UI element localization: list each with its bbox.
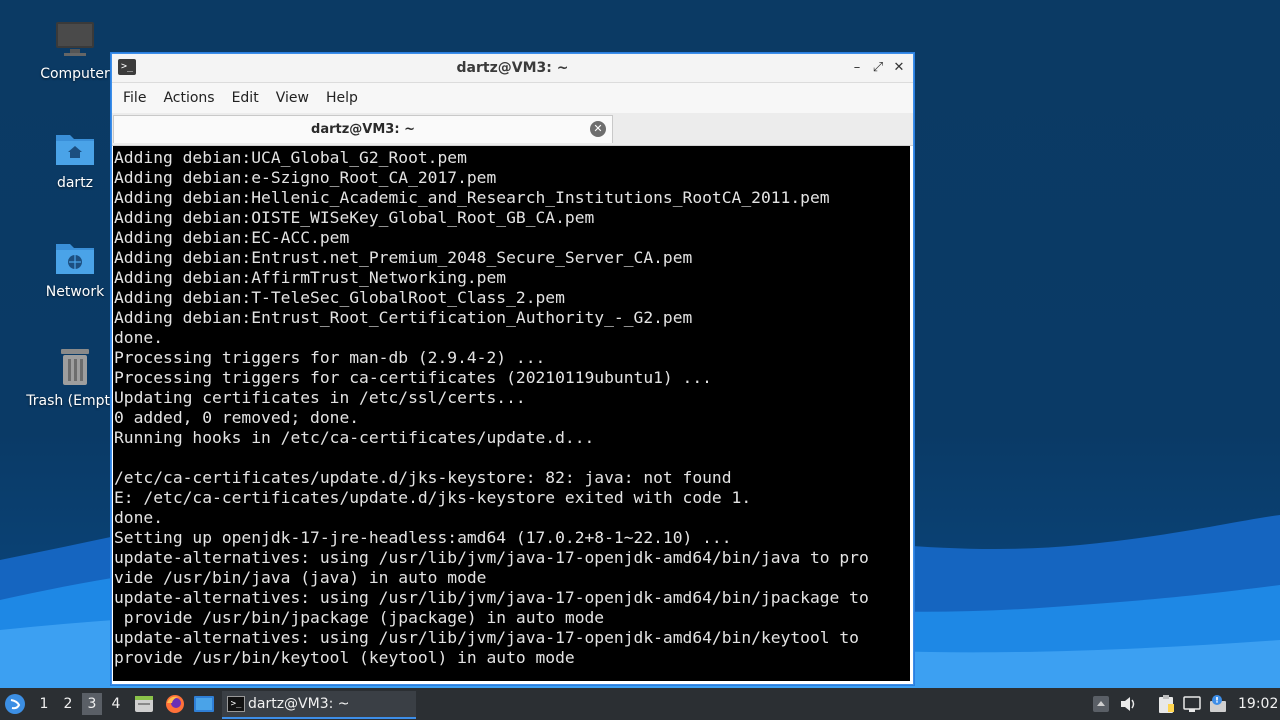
workspace-2[interactable]: 2: [58, 693, 78, 715]
terminal-line: update-alternatives: using /usr/lib/jvm/…: [114, 588, 869, 607]
task-label: dartz@VM3: ~: [248, 696, 350, 712]
desktop-icon-trash[interactable]: Trash (Empty): [25, 345, 125, 409]
menu-file[interactable]: File: [116, 83, 153, 113]
tab-close-icon[interactable]: ✕: [590, 121, 606, 137]
maximize-button[interactable]: ⤢: [870, 60, 886, 76]
network-icon[interactable]: [1182, 694, 1202, 714]
task-terminal[interactable]: >_ dartz@VM3: ~: [222, 691, 416, 719]
tab-terminal[interactable]: dartz@VM3: ~ ✕: [113, 115, 613, 143]
menu-actions[interactable]: Actions: [156, 83, 221, 113]
desktop-icon-computer[interactable]: Computer: [25, 18, 125, 82]
menu-help[interactable]: Help: [319, 83, 365, 113]
volume-icon[interactable]: [1118, 694, 1138, 714]
home-folder-icon: [53, 127, 97, 171]
terminal-line: Adding debian:UCA_Global_G2_Root.pem: [114, 148, 467, 167]
terminal-line: Setting up openjdk-17-jre-headless:amd64…: [114, 528, 732, 547]
terminal-line: Processing triggers for ca-certificates …: [114, 368, 712, 387]
tab-title: dartz@VM3: ~: [311, 122, 415, 137]
terminal-line: Updating certificates in /etc/ssl/certs.…: [114, 388, 526, 407]
desktop-icon-label: Network: [45, 284, 105, 300]
terminal-line: Adding debian:T-TeleSec_GlobalRoot_Class…: [114, 288, 565, 307]
terminal-output: Adding debian:UCA_Global_G2_Root.pem Add…: [113, 146, 910, 668]
trash-icon: [53, 345, 97, 389]
desktop-icon-label: Trash (Empty): [26, 393, 124, 409]
terminal-line: update-alternatives: using /usr/lib/jvm/…: [114, 628, 859, 647]
workspace-4[interactable]: 4: [106, 693, 126, 715]
taskbar: 1 2 3 4 >_ dartz@VM3: ~ 19:02: [0, 688, 1280, 720]
workspace-3[interactable]: 3: [82, 693, 102, 715]
terminal-line: Adding debian:AffirmTrust_Networking.pem: [114, 268, 507, 287]
terminal-line: vide /usr/bin/java (java) in auto mode: [114, 568, 487, 587]
menu-edit[interactable]: Edit: [225, 83, 266, 113]
minimize-button[interactable]: –: [849, 60, 865, 76]
terminal-line: E: /etc/ca-certificates/update.d/jks-key…: [114, 488, 752, 507]
terminal-line: Adding debian:OISTE_WISeKey_Global_Root_…: [114, 208, 595, 227]
desktop: Computer dartz Network Trash (Empty) >_ …: [0, 0, 1280, 720]
terminal-line: Adding debian:Entrust_Root_Certification…: [114, 308, 693, 327]
desktop-icon-label: dartz: [56, 175, 94, 191]
terminal-line: 0 added, 0 removed; done.: [114, 408, 360, 427]
terminal-line: provide /usr/bin/keytool (keytool) in au…: [114, 648, 575, 667]
terminal-line: provide /usr/bin/jpackage (jpackage) in …: [114, 608, 605, 627]
file-manager-icon[interactable]: [133, 693, 155, 715]
terminal-line: Adding debian:e-Szigno_Root_CA_2017.pem: [114, 168, 497, 187]
terminal-line: Processing triggers for man-db (2.9.4-2)…: [114, 348, 546, 367]
window-title: dartz@VM3: ~: [456, 60, 569, 76]
network-folder-icon: [53, 236, 97, 280]
firefox-icon[interactable]: [164, 693, 186, 715]
window-titlebar[interactable]: >_ dartz@VM3: ~ – ⤢ ✕: [112, 54, 913, 83]
desktop-icon-label: Computer: [40, 66, 110, 82]
terminal-line: Adding debian:Hellenic_Academic_and_Rese…: [114, 188, 830, 207]
close-button[interactable]: ✕: [891, 60, 907, 76]
update-notifier-icon[interactable]: [1208, 694, 1228, 714]
terminal-line: /etc/ca-certificates/update.d/jks-keysto…: [114, 468, 732, 487]
clock[interactable]: 19:02: [1238, 688, 1278, 720]
start-menu-icon[interactable]: [5, 694, 25, 714]
terminal-task-icon: >_: [227, 696, 245, 712]
desktop-icon-network[interactable]: Network: [25, 236, 125, 300]
terminal-area[interactable]: Adding debian:UCA_Global_G2_Root.pem Add…: [113, 146, 910, 681]
workspace-1[interactable]: 1: [34, 693, 54, 715]
tab-bar: dartz@VM3: ~ ✕: [112, 113, 913, 146]
computer-icon: [53, 18, 97, 62]
terminal-line: Adding debian:EC-ACC.pem: [114, 228, 350, 247]
terminal-line: Running hooks in /etc/ca-certificates/up…: [114, 428, 595, 447]
terminal-line: Adding debian:Entrust.net_Premium_2048_S…: [114, 248, 693, 267]
terminal-window: >_ dartz@VM3: ~ – ⤢ ✕ File Actions Edit …: [111, 53, 914, 685]
show-desktop-icon[interactable]: [193, 693, 215, 715]
terminal-line: update-alternatives: using /usr/lib/jvm/…: [114, 548, 869, 567]
terminal-line: done.: [114, 328, 164, 347]
menubar: File Actions Edit View Help: [112, 83, 913, 113]
tray-up-icon[interactable]: [1091, 694, 1111, 714]
desktop-icon-home[interactable]: dartz: [25, 127, 125, 191]
clipboard-icon[interactable]: [1156, 694, 1176, 714]
terminal-line: done.: [114, 508, 164, 527]
menu-view[interactable]: View: [269, 83, 316, 113]
